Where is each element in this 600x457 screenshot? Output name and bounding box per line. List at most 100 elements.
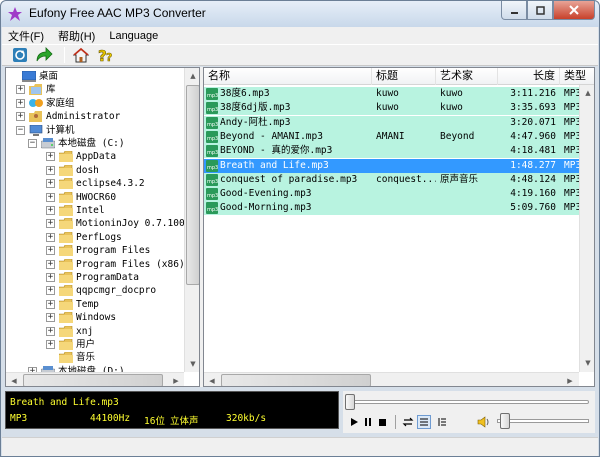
- tree-item[interactable]: + Temp: [6, 298, 184, 311]
- refresh-button[interactable]: [10, 46, 30, 64]
- list-scroll-left-button[interactable]: ◀: [204, 373, 220, 386]
- tree-item[interactable]: + Program Files: [6, 244, 184, 257]
- tree-scroll-thumb[interactable]: [186, 85, 199, 285]
- minimize-button[interactable]: [501, 1, 527, 20]
- tree-horizontal-scrollbar[interactable]: ◀ ▶: [6, 372, 184, 386]
- scroll-up-button[interactable]: ▲: [185, 68, 199, 84]
- file-row[interactable]: mp3 Good-Morning.mp3 5:09.760 MP3: [204, 201, 580, 216]
- tree-item[interactable]: + Program Files (x86): [6, 258, 185, 271]
- tree-item[interactable]: + MotioninJoy 0.7.1001 r: [6, 217, 199, 230]
- tree-item[interactable]: 音乐: [6, 351, 184, 364]
- list-mode-button[interactable]: [435, 415, 449, 429]
- list-horizontal-scrollbar[interactable]: ◀ ▶: [204, 372, 579, 386]
- scroll-right-button[interactable]: ▶: [168, 373, 184, 386]
- pause-button[interactable]: [361, 415, 375, 429]
- file-row[interactable]: mp3 Andy-阿杜.mp3 3:20.071 MP3: [204, 115, 580, 130]
- tree-vertical-scrollbar[interactable]: ▲ ▼: [184, 68, 199, 372]
- tree-expander-icon[interactable]: −: [28, 139, 37, 148]
- home-button[interactable]: [71, 46, 91, 64]
- file-artist-cell: [440, 201, 498, 215]
- mp3-file-icon: mp3: [206, 202, 218, 215]
- file-row[interactable]: mp3 Beyond - AMANI.mp3 AMANI Beyond 4:47.960…: [204, 129, 580, 144]
- column-artist-header[interactable]: 艺术家: [436, 68, 498, 85]
- tree-expander-icon[interactable]: +: [46, 340, 55, 349]
- list-scroll-right-button[interactable]: ▶: [562, 373, 578, 386]
- tree-expander-icon[interactable]: +: [16, 98, 25, 108]
- file-row[interactable]: mp3 Breath and Life.mp3 1:48.277 MP3: [204, 158, 580, 173]
- play-button[interactable]: [347, 415, 361, 429]
- tree-expander-icon[interactable]: +: [46, 299, 55, 309]
- forward-button[interactable]: [34, 46, 54, 64]
- tree-expander-icon[interactable]: +: [46, 273, 55, 282]
- playlist-button[interactable]: [417, 415, 431, 429]
- column-length-header[interactable]: 长度: [498, 68, 560, 85]
- repeat-button[interactable]: [401, 415, 415, 429]
- tree-expander-icon[interactable]: +: [46, 259, 55, 269]
- seek-thumb[interactable]: [345, 394, 355, 410]
- tree-expander-icon[interactable]: +: [46, 219, 55, 229]
- tree-item[interactable]: − 计算机: [6, 124, 184, 137]
- help-button[interactable]: ? ?: [95, 46, 115, 64]
- stop-button[interactable]: [375, 415, 389, 429]
- file-row[interactable]: mp3 BEYOND - 真的爱你.mp3 4:18.481 MP3: [204, 144, 580, 159]
- tree-expander-icon[interactable]: +: [16, 112, 25, 122]
- file-row[interactable]: mp3 conquest of paradise.mp3 conquest... 原声…: [204, 172, 580, 187]
- file-row[interactable]: mp3 38度6.mp3 kuwo kuwo 3:11.216 MP3: [204, 87, 580, 101]
- column-name-header[interactable]: 名称: [204, 68, 372, 85]
- column-title-header[interactable]: 标题: [372, 68, 436, 85]
- stop-icon: [379, 419, 386, 426]
- list-hscroll-thumb[interactable]: [221, 374, 371, 386]
- volume-slider-track[interactable]: [497, 419, 589, 423]
- title-bar[interactable]: Eufony Free AAC MP3 Converter: [1, 1, 599, 27]
- tree-item[interactable]: + PerfLogs: [6, 231, 184, 244]
- scroll-left-button[interactable]: ◀: [6, 373, 22, 386]
- tree-expander-icon[interactable]: +: [46, 165, 55, 175]
- tree-hscroll-thumb[interactable]: [23, 374, 163, 386]
- menu-language[interactable]: Language: [109, 30, 158, 42]
- tree-item[interactable]: + Windows: [6, 311, 184, 324]
- tree-expander-icon[interactable]: +: [46, 246, 55, 256]
- tree-item-label: Administrator: [46, 111, 121, 123]
- tree-item[interactable]: + AppData: [6, 150, 184, 163]
- menu-file[interactable]: 文件(F): [8, 28, 44, 44]
- tree-item[interactable]: + Administrator: [6, 110, 184, 123]
- tree-item[interactable]: + Intel: [6, 204, 184, 217]
- tree-item[interactable]: 桌面: [6, 70, 184, 83]
- tree-expander-icon[interactable]: +: [46, 286, 55, 296]
- close-button[interactable]: [553, 1, 595, 20]
- scroll-down-button[interactable]: ▼: [185, 356, 199, 372]
- tree-item[interactable]: + xnj: [6, 325, 184, 338]
- tree-expander-icon[interactable]: +: [46, 313, 55, 323]
- file-type-cell: MP3: [564, 102, 580, 114]
- tree-item[interactable]: + 用户: [6, 338, 184, 351]
- list-scroll-up-button[interactable]: ▲: [580, 85, 594, 101]
- list-vertical-scrollbar[interactable]: ▲ ▼: [579, 85, 594, 372]
- tree-item[interactable]: + 家庭组: [6, 97, 184, 110]
- tree-expander-icon[interactable]: +: [46, 192, 55, 202]
- mp3-file-icon: mp3: [206, 102, 218, 115]
- tree-item[interactable]: + 库: [6, 83, 184, 96]
- tree-item[interactable]: − 本地磁盘 (C:): [6, 137, 184, 150]
- tree-expander-icon[interactable]: −: [16, 125, 25, 135]
- tree-item[interactable]: + dosh: [6, 164, 184, 177]
- tree-expander-icon[interactable]: +: [46, 179, 55, 189]
- column-type-header[interactable]: 类型: [560, 68, 594, 85]
- seek-track[interactable]: [349, 400, 589, 404]
- file-row[interactable]: mp3 38度6dj版.mp3 kuwo kuwo 3:35.693 MP3: [204, 101, 580, 116]
- tree-item[interactable]: + eclipse4.3.2: [6, 177, 184, 190]
- file-row[interactable]: mp3 Good-Evening.mp3 4:19.160 MP3: [204, 187, 580, 202]
- tree-item[interactable]: + HWOCR60: [6, 191, 184, 204]
- tree-expander-icon[interactable]: +: [46, 206, 55, 215]
- tree-expander-icon[interactable]: +: [46, 326, 55, 336]
- tree-item[interactable]: + ProgramData: [6, 271, 184, 284]
- tree-item-label: ProgramData: [76, 272, 139, 283]
- tree-item[interactable]: + qqpcmgr_docpro: [6, 284, 184, 297]
- menu-help[interactable]: 帮助(H): [58, 28, 95, 44]
- tree-expander-icon[interactable]: +: [46, 152, 55, 162]
- volume-button[interactable]: [477, 415, 491, 429]
- tree-expander-icon[interactable]: +: [16, 85, 25, 95]
- list-scroll-down-button[interactable]: ▼: [580, 355, 594, 371]
- volume-slider-thumb[interactable]: [500, 413, 510, 429]
- maximize-button[interactable]: [527, 1, 553, 20]
- tree-expander-icon[interactable]: +: [46, 232, 55, 242]
